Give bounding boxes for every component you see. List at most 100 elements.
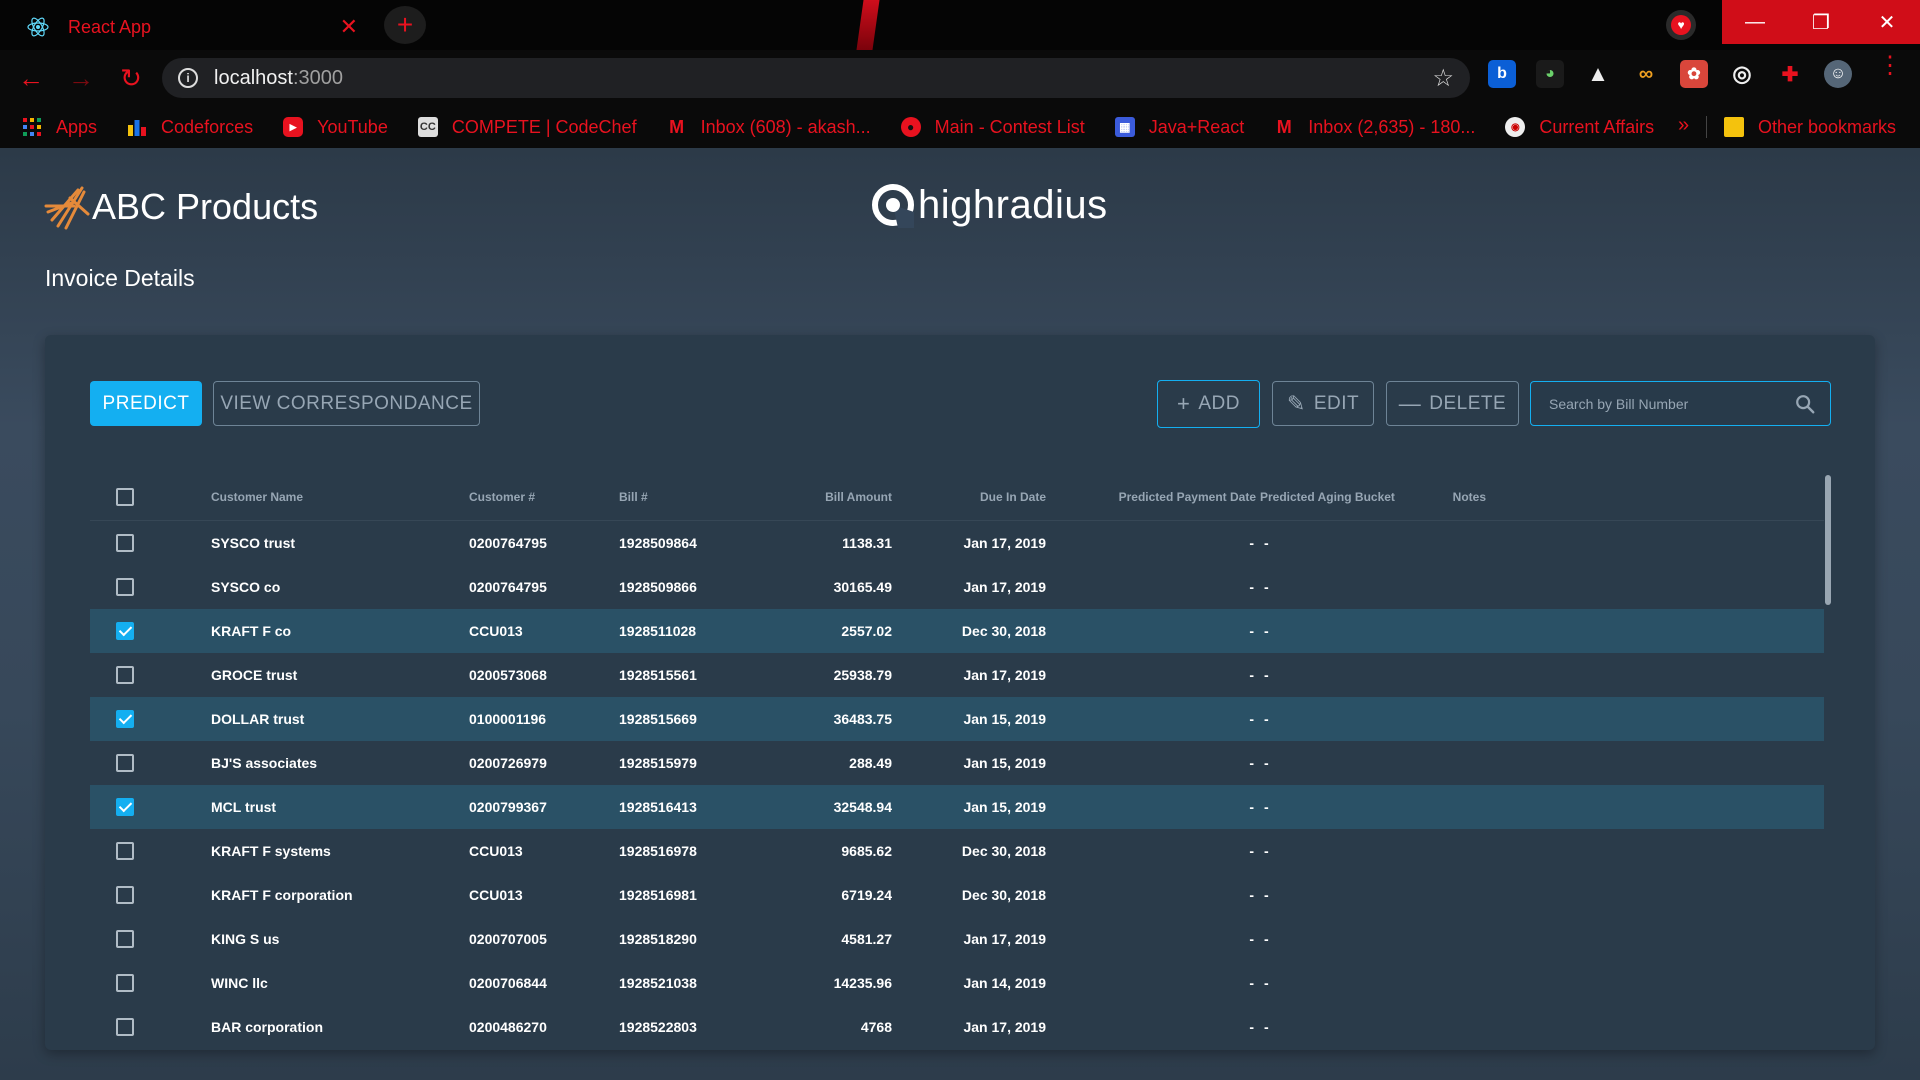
infinity-extension-icon[interactable]: ∞ [1632, 60, 1660, 88]
globe-extension-icon[interactable]: ◕ [1536, 60, 1564, 88]
row-checkbox[interactable] [116, 798, 134, 816]
row-checkbox[interactable] [116, 842, 134, 860]
customer-name-cell: KRAFT F co [211, 623, 292, 639]
row-checkbox-cell [90, 930, 211, 948]
row-checkbox[interactable] [116, 534, 134, 552]
row-checkbox[interactable] [116, 1018, 134, 1036]
bookmark-contest-list[interactable]: ● Main - Contest List [900, 117, 1085, 138]
other-bookmarks[interactable]: Other bookmarks [1724, 106, 1896, 148]
customer-number-cell: CCU013 [469, 623, 523, 639]
column-header-notes[interactable]: Notes [1426, 490, 1486, 504]
new-tab-button[interactable]: + [384, 6, 426, 44]
row-checkbox[interactable] [116, 622, 134, 640]
table-row[interactable]: GROCE trust 0200573068 1928515561 25938.79 J… [90, 653, 1824, 697]
close-window-button[interactable]: ✕ [1854, 0, 1920, 44]
row-checkbox[interactable] [116, 578, 134, 596]
bookmark-java-react[interactable]: ▦ Java+React [1114, 117, 1244, 138]
search-icon[interactable] [1794, 393, 1816, 415]
highradius-logo: highradius [870, 182, 1108, 228]
column-header-customer-number[interactable]: Customer # [469, 490, 619, 504]
view-correspondance-button[interactable]: VIEW CORRESPONDANCE [213, 381, 480, 426]
forward-arrow-icon[interactable]: → [62, 59, 100, 97]
site-info-icon[interactable]: i [178, 68, 198, 88]
puzzle-game-extension-icon[interactable]: ✿ [1680, 60, 1708, 88]
table-row[interactable]: DOLLAR trust 0100001196 1928515669 36483.75… [90, 697, 1824, 741]
column-header-predicted-date[interactable]: Predicted Payment Date [1046, 490, 1256, 504]
bookmark-codechef[interactable]: CC COMPETE | CodeChef [417, 117, 637, 138]
brand: ABC Products [44, 184, 318, 230]
row-checkbox-cell [90, 578, 211, 596]
table-row[interactable]: MCL trust 0200799367 1928516413 32548.94 Jan… [90, 785, 1824, 829]
mountain-extension-icon[interactable]: ▲ [1584, 60, 1612, 88]
table-row[interactable]: SYSCO trust 0200764795 1928509864 1138.31 Ja… [90, 521, 1824, 565]
bookmark-star-icon[interactable]: ☆ [1432, 64, 1454, 93]
table-row[interactable]: KRAFT F co CCU013 1928511028 2557.02 Dec 30,… [90, 609, 1824, 653]
add-button[interactable]: + ADD [1157, 380, 1260, 428]
predict-button[interactable]: PREDICT [90, 381, 202, 426]
column-header-bill-number[interactable]: Bill # [619, 490, 774, 504]
column-header-bill-amount[interactable]: Bill Amount [774, 490, 892, 504]
restore-button[interactable]: ❐ [1788, 0, 1854, 44]
delete-button[interactable]: — DELETE [1386, 381, 1519, 426]
table-row[interactable]: WINC llc 0200706844 1928521038 14235.96 Jan … [90, 961, 1824, 1005]
back-arrow-icon[interactable]: ← [12, 59, 50, 97]
target-extension-icon[interactable]: ◎ [1728, 60, 1756, 88]
table-row[interactable]: SYSCO co 0200764795 1928509866 30165.49 Jan … [90, 565, 1824, 609]
profile-avatar[interactable]: ☺ [1824, 60, 1852, 88]
table-row[interactable]: BAR corporation 0200486270 1928522803 4768 J… [90, 1005, 1824, 1049]
bookmark-label: Current Affairs [1539, 116, 1655, 137]
bing-extension-icon[interactable]: b [1488, 60, 1516, 88]
tab-close-icon[interactable]: ✕ [340, 14, 358, 40]
row-checkbox[interactable] [116, 666, 134, 684]
row-checkbox[interactable] [116, 754, 134, 772]
extensions-puzzle-icon[interactable]: ✚ [1776, 60, 1804, 88]
bill-number-cell: 1928515561 [619, 667, 697, 683]
row-checkbox[interactable] [116, 930, 134, 948]
due-date-cell: Jan 14, 2019 [963, 975, 1046, 991]
bill-number-cell: 1928521038 [619, 975, 697, 991]
column-header-aging-bucket[interactable]: Predicted Aging Bucket [1256, 490, 1426, 504]
bill-amount-cell: 32548.94 [833, 799, 892, 815]
wallpaper-streak [855, 0, 881, 50]
bookmark-gmail-1[interactable]: M Inbox (608) - akash... [667, 117, 871, 138]
bill-number-cell: 1928509864 [619, 535, 697, 551]
delete-button-label: DELETE [1429, 392, 1507, 414]
bookmark-label: Codeforces [161, 116, 254, 137]
bookmarks-overflow-icon[interactable]: » [1678, 114, 1689, 137]
select-all-checkbox[interactable] [116, 487, 134, 506]
predicted-date-cell: - [1249, 887, 1254, 903]
bookmark-gmail-2[interactable]: M Inbox (2,635) - 180... [1274, 117, 1476, 138]
address-bar[interactable]: i localhost:3000 ☆ [162, 58, 1470, 98]
youtube-icon: ▶ [283, 117, 304, 137]
row-checkbox[interactable] [116, 710, 134, 728]
table-row[interactable]: KRAFT F systems CCU013 1928516978 9685.62 De… [90, 829, 1824, 873]
table-row[interactable]: KING S us 0200707005 1928518290 4581.27 Jan … [90, 917, 1824, 961]
customer-number-cell: 0200799367 [469, 799, 547, 815]
minimize-button[interactable]: — [1722, 0, 1788, 44]
search-input[interactable] [1549, 395, 1794, 412]
bookmark-current-affairs[interactable]: ◉ Current Affairs [1505, 117, 1654, 138]
table-scrollbar[interactable] [1825, 475, 1831, 605]
column-header-customer-name[interactable]: Customer Name [211, 490, 469, 504]
table-row[interactable]: KRAFT F corporation CCU013 1928516981 6719.… [90, 873, 1824, 917]
row-checkbox[interactable] [116, 886, 134, 904]
due-date-cell: Dec 30, 2018 [961, 843, 1046, 859]
due-date-cell: Jan 17, 2019 [963, 667, 1046, 683]
bookmark-apps[interactable]: Apps [22, 117, 97, 138]
add-button-label: ADD [1198, 393, 1240, 414]
recording-indicator-icon[interactable]: ♥ [1666, 10, 1696, 40]
bookmark-label: Apps [56, 116, 98, 137]
customer-number-cell: CCU013 [469, 887, 523, 903]
app-root: ABC Products highradius Invoice Details … [0, 148, 1920, 1080]
reload-icon[interactable]: ↻ [112, 59, 150, 97]
row-checkbox[interactable] [116, 974, 134, 992]
table-row[interactable]: BJ'S associates 0200726979 1928515979 288.4… [90, 741, 1824, 785]
search-field[interactable] [1530, 381, 1831, 426]
customer-name-cell: KRAFT F systems [211, 843, 331, 859]
column-header-due-date[interactable]: Due In Date [892, 490, 1046, 504]
browser-tab-active[interactable]: React App ✕ [12, 4, 372, 50]
bookmark-youtube[interactable]: ▶ YouTube [283, 117, 388, 138]
edit-button[interactable]: ✎ EDIT [1272, 381, 1374, 426]
bookmark-codeforces[interactable]: Codeforces [127, 117, 253, 138]
browser-menu-icon[interactable]: ⋮ [1878, 54, 1902, 78]
